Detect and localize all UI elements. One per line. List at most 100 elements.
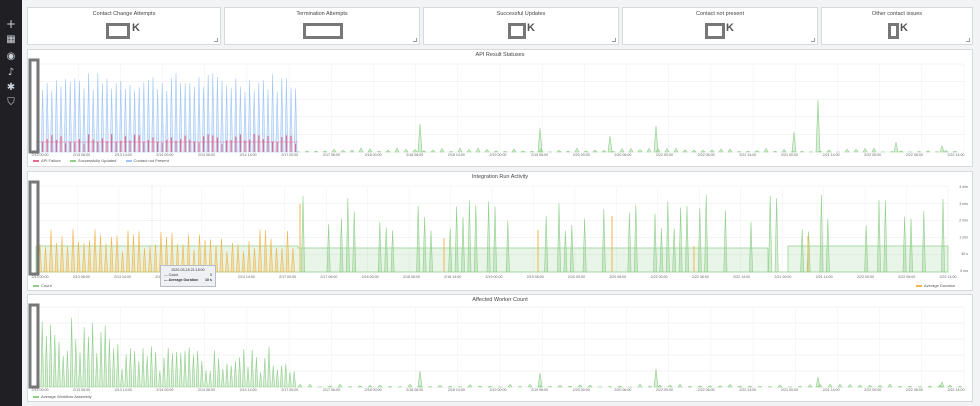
legend-item-successfully-updated[interactable]: Successfully Updated <box>69 158 116 163</box>
series-bar-average-workflow-assembly <box>716 385 724 388</box>
x-tick-label: 2/19 00:00 <box>490 388 507 392</box>
value-placeholder <box>106 23 130 39</box>
series-bar-average-workflow-assembly <box>124 354 128 388</box>
stat-other-contact-issues[interactable]: Other contact issues K <box>821 7 973 45</box>
series-bar-count <box>678 207 683 273</box>
series-bar-successfully-updated <box>853 148 859 153</box>
x-tick-label: 2/17 06:00 <box>320 275 337 279</box>
legend-item-contact-not-present[interactable]: Contact not Present <box>125 158 169 163</box>
series-bar-average-workflow-assembly <box>48 324 53 388</box>
series-bar-successfully-updated <box>519 150 527 153</box>
series-bar-average-workflow-assembly <box>337 383 343 388</box>
series-bar-successfully-updated <box>358 147 364 153</box>
x-tick-label: 2/14 14:00 <box>240 388 257 392</box>
series-bar-average-workflow-assembly <box>777 384 783 388</box>
series-bar-average-workflow-assembly <box>103 325 107 388</box>
x-tick-label: 2/22 06:00 <box>692 275 709 279</box>
series-bar-successfully-updated <box>537 127 543 153</box>
stat-successful-updates[interactable]: Successful Updates K <box>423 7 619 45</box>
series-bar-average-workflow-assembly <box>696 385 704 388</box>
api-result-statuses-panel[interactable]: API Result Statuses 2/13 00:00 2/13 06:00… <box>27 49 973 167</box>
series-bar-average-workflow-assembly <box>271 365 275 388</box>
sidebar: + ▦ ◉ ♪ ✱ ⛉ <box>0 0 22 406</box>
series-bar-average-workflow-assembly <box>237 357 242 388</box>
series-bar-count <box>582 218 587 273</box>
value-placeholder <box>508 23 526 39</box>
x-tick-label: 2/22 14:00 <box>739 388 756 392</box>
series-bar-average-workflow-assembly <box>746 385 754 388</box>
series-bar-successfully-updated <box>502 150 508 153</box>
x-tick-label: 2/14 06:00 <box>198 388 215 392</box>
stat-suffix: K <box>132 22 140 34</box>
series-bar-count <box>877 200 881 273</box>
series-bar-average-workflow-assembly <box>78 352 82 388</box>
series-bar-successfully-updated <box>862 147 868 153</box>
legend-count[interactable]: Count <box>33 283 60 288</box>
series-bar-count <box>909 218 913 273</box>
series-bar-average-workflow-assembly <box>128 348 133 388</box>
stat-contact-not-present[interactable]: Contact not present K <box>622 7 818 45</box>
series-bar-average-workflow-assembly <box>707 385 713 388</box>
series-bar-successfully-updated <box>439 147 445 153</box>
series-bar-average-workflow-assembly <box>284 363 288 388</box>
series-bar-successfully-updated <box>511 148 517 153</box>
x-tick-label: 2/18 00:00 <box>365 153 382 157</box>
stat-termination-attempts[interactable]: Termination Attempts <box>224 7 420 45</box>
legend: API Failure Successfully Updated Contact… <box>33 158 177 163</box>
series-bar-count <box>467 200 472 273</box>
series-bar-successfully-updated <box>637 149 643 153</box>
series-bar-successfully-updated <box>664 147 670 153</box>
series-bar-successfully-updated <box>385 149 391 153</box>
series-bar-average-workflow-assembly <box>477 385 483 388</box>
series-bar-average-workflow-assembly <box>547 386 553 388</box>
x-tick-label: 2/18 14:00 <box>448 153 465 157</box>
legend-average-duration[interactable]: Average Duration <box>916 283 963 288</box>
resize-handle[interactable] <box>214 38 218 42</box>
series-bar-count <box>627 212 632 273</box>
series-bar-count <box>461 217 465 273</box>
affected-worker-count-panel[interactable]: Affected Worker Count 2/13 00:00 2/13 06:… <box>27 294 973 402</box>
series-bar-average-workflow-assembly <box>437 385 443 388</box>
series-bar-successfully-updated <box>781 148 787 153</box>
x-tick-label: 2/19 06:00 <box>531 153 548 157</box>
shield-icon[interactable]: ⛉ <box>5 97 17 109</box>
series-bar-average-workflow-assembly <box>939 381 945 388</box>
series-bar-average-workflow-assembly <box>187 347 191 388</box>
series-bar-average-workflow-assembly <box>447 385 453 388</box>
series-bar-contact-not-present <box>82 88 86 153</box>
legend-item-api-failure[interactable]: API Failure <box>33 158 61 163</box>
series-bar-average-workflow-assembly <box>616 385 624 388</box>
gear-icon[interactable]: ✱ <box>5 82 17 94</box>
x-tick-label: 2/22 06:00 <box>906 388 923 392</box>
series-bar-average-workflow-assembly <box>44 336 49 388</box>
resize-handle[interactable] <box>612 38 616 42</box>
stat-contact-change-attempts[interactable]: Contact Change Attempts K <box>27 7 221 45</box>
series-bar-average-workflow-assembly <box>577 384 583 388</box>
compass-icon[interactable]: ◉ <box>5 51 17 63</box>
dashboard-icon[interactable]: ▦ <box>5 34 17 46</box>
series-bar-average-workflow-assembly <box>132 351 137 388</box>
bell-icon[interactable]: ♪ <box>5 67 17 79</box>
plus-icon[interactable]: + <box>5 18 17 30</box>
x-tick-label: 2/22 14:00 <box>739 153 756 157</box>
series-bar-average-workflow-assembly <box>53 334 57 388</box>
series-bar-successfully-updated <box>745 150 751 153</box>
series-bar-average-workflow-assembly <box>757 386 763 388</box>
series-bar-successfully-updated <box>394 147 400 153</box>
x-tick-label: 2/21 00:00 <box>781 388 798 392</box>
legend-average-workflow-assembly[interactable]: Average Workflow Assembly <box>33 394 100 399</box>
series-bar-successfully-updated <box>763 147 769 153</box>
series-bar-count <box>633 204 638 273</box>
series-bar-count <box>704 194 709 273</box>
series-bar-successfully-updated <box>492 150 500 153</box>
series-bar-successfully-updated <box>844 148 850 153</box>
resize-handle[interactable] <box>966 38 970 42</box>
x-tick-label: 2/21 14:00 <box>823 153 840 157</box>
series-bar-contact-not-present <box>220 80 224 153</box>
series-bar-count <box>505 220 510 273</box>
series-bar-average-workflow-assembly <box>687 385 693 388</box>
resize-handle[interactable] <box>811 38 815 42</box>
resize-handle[interactable] <box>413 38 417 42</box>
series-bar-average-workflow-assembly <box>204 370 208 388</box>
x-tick-label: 2/22 06:00 <box>698 388 715 392</box>
